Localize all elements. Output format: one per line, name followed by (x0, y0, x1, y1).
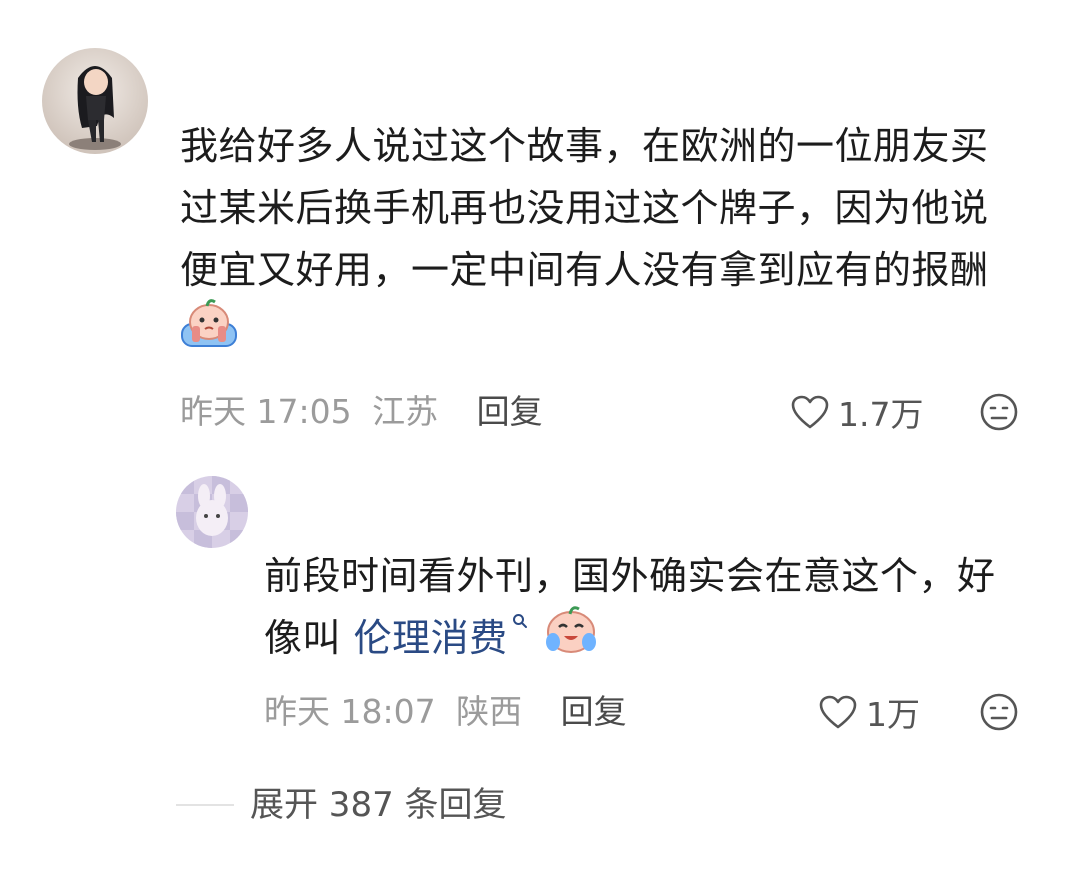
reply-line-prefix: 像叫 (264, 616, 354, 660)
search-link-text: 伦理消费 (353, 616, 508, 660)
heart-icon (791, 395, 829, 429)
expand-divider (176, 804, 234, 806)
commenter-avatar[interactable] (42, 48, 148, 154)
comment-line: 我给好多人说过这个故事，在欧洲的一位朋友买 (180, 124, 989, 168)
replier-avatar[interactable] (176, 476, 248, 548)
reply-like-button[interactable]: 1万 (818, 690, 920, 734)
frown-face-icon (980, 693, 1018, 731)
reply-line: 前段时间看外刊，国外确实会在意这个，好 (264, 554, 996, 598)
expand-replies-button[interactable]: 展开 387 条回复 (250, 782, 507, 828)
reply-to-reply-button[interactable]: 回复 (561, 692, 627, 731)
frown-face-icon (980, 393, 1018, 431)
reply-location: 陕西 (456, 692, 523, 731)
like-count: 1.7万 (838, 395, 924, 434)
comment-location: 江苏 (372, 392, 439, 431)
reply-meta: 昨天 18:07 陕西 回复 (264, 690, 627, 734)
laughing-crying-emoji (542, 602, 600, 674)
comment-line: 过某米后换手机再也没用过这个牌子，因为他说 (180, 186, 989, 230)
crying-cheeks-emoji (180, 296, 238, 368)
reply-time: 昨天 18:07 (264, 692, 436, 731)
search-icon (512, 614, 527, 628)
heart-icon (819, 695, 857, 729)
comment-text: 我给好多人说过这个故事，在欧洲的一位朋友买 过某米后换手机再也没用过这个牌子，因… (180, 115, 1050, 363)
like-button[interactable]: 1.7万 (790, 390, 923, 434)
comment-meta: 昨天 17:05 江苏 回复 (180, 390, 543, 434)
reply-dislike-button[interactable] (979, 692, 1019, 732)
reply-like-count: 1万 (866, 695, 920, 734)
reply-button[interactable]: 回复 (477, 392, 543, 431)
comment-time: 昨天 17:05 (180, 392, 352, 431)
search-link[interactable]: 伦理消费 (354, 607, 528, 669)
reply-text: 前段时间看外刊，国外确实会在意这个，好 像叫 伦理消费 (264, 545, 1054, 669)
dislike-button[interactable] (979, 392, 1019, 432)
comment-line: 便宜又好用，一定中间有人没有拿到应有的报酬 (180, 248, 989, 292)
